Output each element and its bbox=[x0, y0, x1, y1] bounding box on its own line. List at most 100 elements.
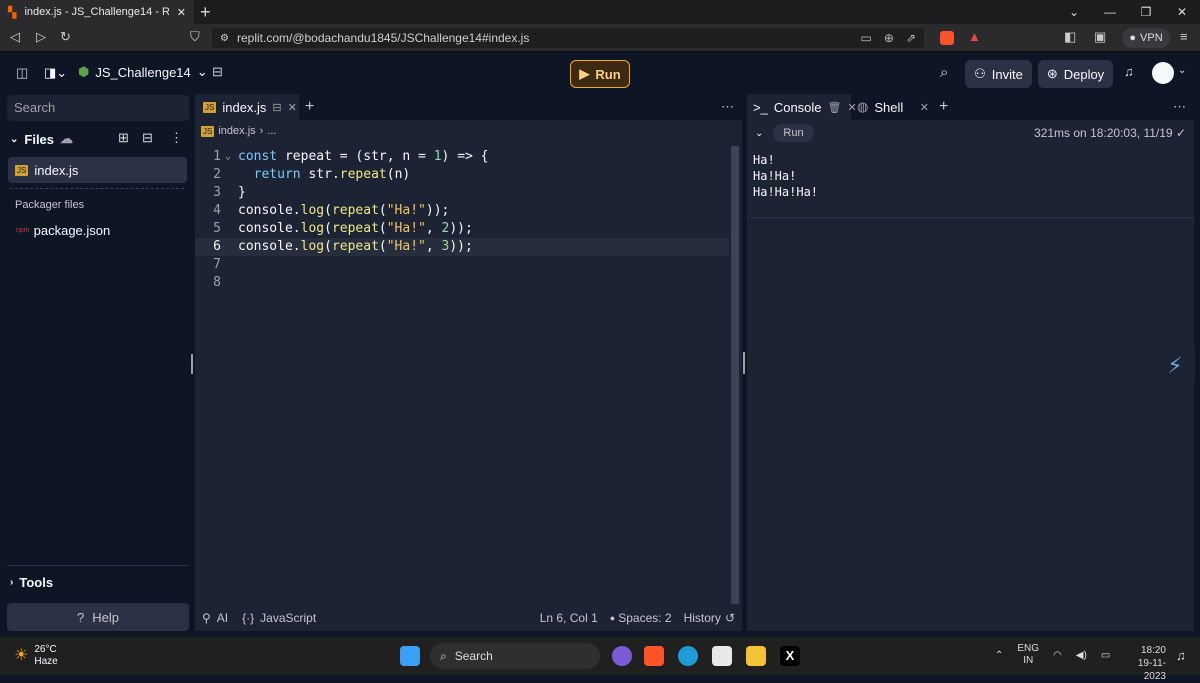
brave-shields-icon[interactable] bbox=[940, 31, 954, 45]
spaces-indicator[interactable]: ● Spaces: 2 bbox=[610, 611, 672, 625]
cast-icon[interactable]: ▭ bbox=[861, 31, 872, 45]
close-tab-icon[interactable]: ✕ bbox=[177, 6, 186, 19]
run-button[interactable]: ▶ Run bbox=[570, 60, 630, 88]
forward-icon[interactable]: ▷ bbox=[36, 29, 46, 45]
more-icon[interactable]: ⋯ bbox=[721, 99, 734, 115]
windows-start-icon[interactable] bbox=[400, 646, 420, 666]
search-icon[interactable]: ⌕ bbox=[940, 64, 948, 81]
restore-icon[interactable]: ❐ bbox=[1128, 0, 1164, 24]
code-area[interactable]: 1 ⌄ const repeat = (str, n = 1) => {2 retu… bbox=[195, 148, 729, 292]
editor-status-bar: ⚲ AI {·} JavaScript Ln 6, Col 1 ● Spaces… bbox=[195, 605, 742, 631]
vpn-button[interactable]: ● VPN bbox=[1122, 28, 1170, 48]
tray-chevron-up-icon[interactable]: ⌃ bbox=[995, 650, 1003, 661]
taskbar-search[interactable]: ⌕ Search bbox=[430, 643, 600, 669]
editor-tab-index-js[interactable]: JS index.js ⊟ ✕ bbox=[195, 94, 299, 120]
new-file-icon[interactable]: ⊞ bbox=[118, 130, 129, 146]
file-item-index-js[interactable]: JS index.js bbox=[8, 157, 187, 183]
line-number: 7 bbox=[213, 257, 221, 272]
code-line[interactable]: 8 bbox=[195, 274, 729, 292]
code-line[interactable]: 7 bbox=[195, 256, 729, 274]
browser-tab-title: index.js - JS_Challenge14 - Replit bbox=[24, 6, 169, 18]
ai-button[interactable]: AI bbox=[217, 611, 228, 625]
minimize-icon[interactable]: — bbox=[1092, 0, 1128, 24]
language-indicator[interactable]: ENG IN bbox=[1017, 643, 1039, 667]
deploy-button[interactable]: ⊛ Deploy bbox=[1038, 60, 1113, 88]
notification-bell-icon[interactable]: ♫ bbox=[1176, 648, 1186, 663]
replit-ai-icon[interactable]: ⚡︎ bbox=[1155, 346, 1195, 386]
new-folder-icon[interactable]: ⊟ bbox=[142, 130, 153, 146]
line-number: 2 bbox=[213, 167, 221, 182]
close-icon[interactable]: ✕ bbox=[288, 101, 297, 114]
more-options-icon[interactable]: ⋮ bbox=[170, 130, 183, 146]
run-chip[interactable]: Run bbox=[773, 124, 814, 142]
code-line[interactable]: 2 return str.repeat(n) bbox=[195, 166, 729, 184]
x-app-icon[interactable]: X bbox=[780, 646, 800, 666]
store-icon[interactable] bbox=[712, 646, 732, 666]
code-line[interactable]: 4 console.log(repeat("Ha!")); bbox=[195, 202, 729, 220]
cursor-position[interactable]: Ln 6, Col 1 bbox=[540, 611, 598, 625]
pane-resize-handle[interactable] bbox=[743, 352, 745, 374]
menu-icon[interactable]: ≡ bbox=[1180, 29, 1188, 44]
wallet-icon[interactable]: ▣ bbox=[1094, 29, 1106, 45]
edge-icon[interactable] bbox=[678, 646, 698, 666]
fold-chevron-icon[interactable]: ⌄ bbox=[225, 148, 238, 166]
add-tab-button[interactable]: + bbox=[939, 98, 948, 116]
language-indicator[interactable]: JavaScript bbox=[260, 611, 316, 625]
search-input[interactable]: Search bbox=[7, 95, 189, 121]
url-field[interactable]: ⚙ replit.com/@bodachandu1845/JSChallenge… bbox=[212, 28, 924, 48]
chevron-down-icon[interactable]: ⌄ bbox=[755, 128, 763, 139]
lang-bottom: IN bbox=[1023, 655, 1034, 666]
javascript-file-icon: JS bbox=[203, 101, 217, 113]
tab-console[interactable]: >_ Console 🗑︎ ✕ bbox=[747, 94, 857, 120]
close-window-icon[interactable]: ✕ bbox=[1164, 0, 1200, 24]
repl-info-icon[interactable]: ⊟ bbox=[212, 64, 223, 80]
close-icon[interactable]: ✕ bbox=[920, 101, 929, 114]
history-button[interactable]: History ↺ bbox=[684, 611, 735, 625]
avatar[interactable] bbox=[1152, 62, 1174, 84]
browser-tab[interactable]: ▚ index.js - JS_Challenge14 - Replit ✕ bbox=[0, 0, 194, 24]
tools-section[interactable]: › Tools bbox=[10, 575, 53, 590]
help-button[interactable]: ? Help bbox=[7, 603, 189, 631]
trash-icon[interactable]: 🗑︎ bbox=[828, 101, 842, 114]
zoom-icon[interactable]: ⊕ bbox=[884, 31, 894, 45]
code-line[interactable]: 3} bbox=[195, 184, 729, 202]
new-tab-button[interactable]: + bbox=[200, 2, 211, 23]
copilot-icon[interactable] bbox=[612, 646, 632, 666]
code-line[interactable]: 1 ⌄ const repeat = (str, n = 1) => { bbox=[195, 148, 729, 166]
breadcrumb-file[interactable]: index.js bbox=[218, 125, 255, 137]
sidebar-resize-handle[interactable] bbox=[191, 354, 193, 374]
bookmark-icon[interactable]: ⛉ bbox=[190, 29, 200, 45]
tab-list-chevron-icon[interactable]: ⌄ bbox=[1056, 0, 1092, 24]
code-text: const repeat = (str, n = 1) => { bbox=[238, 149, 489, 164]
volume-icon[interactable]: ◀) bbox=[1076, 650, 1087, 661]
back-icon[interactable]: ◁ bbox=[10, 29, 20, 45]
repl-switcher[interactable]: ⬢ JS_Challenge14 ⌄ bbox=[78, 64, 208, 80]
code-line[interactable]: 5 console.log(repeat("Ha!", 2)); bbox=[195, 220, 729, 238]
battery-icon[interactable]: ▭ bbox=[1101, 650, 1110, 661]
account-chevron-down-icon[interactable]: ⌄ bbox=[1178, 65, 1186, 76]
files-header[interactable]: ⌄ Files ☁ bbox=[10, 131, 73, 147]
wifi-icon[interactable]: ◠ bbox=[1053, 650, 1062, 661]
brave-browser-icon[interactable] bbox=[644, 646, 664, 666]
weather-widget[interactable]: ☀ 26°C Haze bbox=[14, 644, 58, 668]
sidebar-panel-icon[interactable]: ◫ bbox=[16, 65, 28, 81]
tab-shell[interactable]: ◍ Shell ✕ bbox=[851, 94, 935, 120]
brave-rewards-icon[interactable]: ▲ bbox=[968, 29, 981, 44]
split-icon[interactable]: ⊟ bbox=[272, 101, 281, 114]
system-clock[interactable]: 18:20 19-11-2023 bbox=[1118, 644, 1166, 683]
replit-logo-icon[interactable]: ◨⌄ bbox=[44, 65, 67, 81]
file-explorer-icon[interactable] bbox=[746, 646, 766, 666]
code-line[interactable]: 6 console.log(repeat("Ha!", 3)); bbox=[195, 238, 729, 256]
line-number: 8 bbox=[213, 275, 221, 290]
more-icon[interactable]: ⋯ bbox=[1173, 99, 1186, 115]
invite-button[interactable]: ⚇ Invite bbox=[965, 60, 1032, 88]
sidebar-toggle-icon[interactable]: ◧ bbox=[1064, 29, 1076, 45]
add-tab-button[interactable]: + bbox=[305, 98, 314, 116]
share-icon[interactable]: ⇗ bbox=[906, 31, 916, 45]
notifications-bell-icon[interactable]: ♫ bbox=[1124, 64, 1134, 79]
reload-icon[interactable]: ↻ bbox=[60, 29, 71, 45]
site-settings-icon[interactable]: ⚙ bbox=[220, 33, 229, 44]
editor-scrollbar[interactable] bbox=[731, 146, 739, 604]
breadcrumb-more[interactable]: ... bbox=[267, 125, 276, 137]
file-item-package-json[interactable]: npm package.json bbox=[16, 223, 110, 238]
